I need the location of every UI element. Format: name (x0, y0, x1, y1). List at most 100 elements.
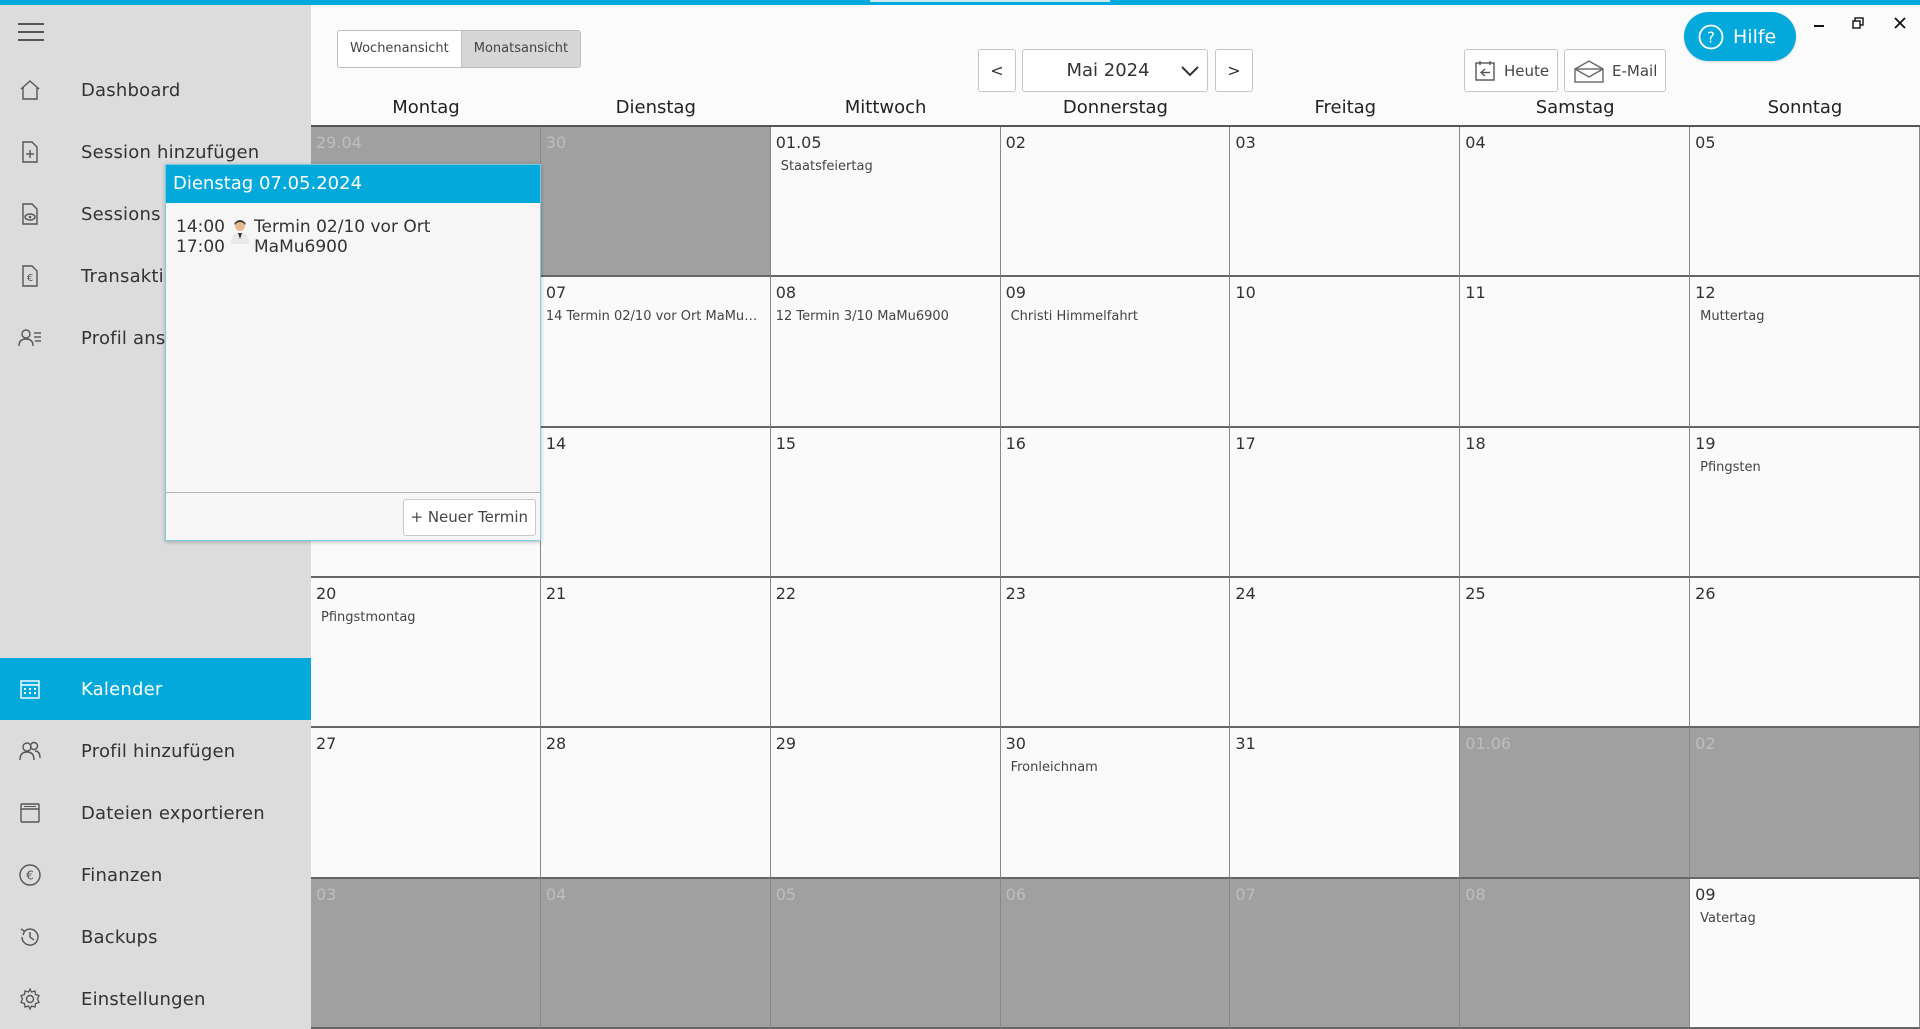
day-cell[interactable]: 09 Christi Himmelfahrt (1000, 277, 1231, 428)
weekday-label: Samstag (1535, 97, 1615, 118)
day-cell[interactable]: 30 Fronleichnam (1000, 728, 1231, 879)
sidebar-item-dashboard[interactable]: Dashboard (0, 59, 311, 121)
day-number: 29 (775, 734, 797, 754)
day-number: 05 (775, 884, 797, 904)
holiday-label: Muttertag (1700, 309, 1765, 325)
day-cell[interactable]: 04 (540, 878, 771, 1029)
day-cell[interactable]: 19 Pfingsten (1690, 427, 1920, 578)
day-cell[interactable]: 03 (1230, 127, 1461, 278)
sidebar-item-finanzen[interactable]: € Finanzen (0, 844, 311, 906)
day-cell[interactable]: 17 (1230, 427, 1461, 578)
popup-footer: + Neuer Termin (166, 492, 540, 540)
svg-text:€: € (27, 273, 33, 284)
email-button[interactable]: E-Mail (1564, 49, 1667, 92)
day-cell[interactable]: 02 (1000, 127, 1231, 278)
day-number: 03 (1235, 133, 1256, 152)
holiday-label: Staatsfeiertag (780, 159, 873, 174)
day-cell[interactable]: 29 (770, 728, 1001, 879)
sidebar-item-kalender[interactable]: Kalender (0, 658, 311, 720)
today-button[interactable]: Heute (1464, 49, 1559, 92)
day-cell[interactable]: 18 (1460, 427, 1691, 578)
day-number: 18 (1465, 433, 1486, 453)
week-view-button[interactable]: Wochenansicht (338, 31, 461, 67)
day-cell[interactable]: 03 (311, 878, 541, 1029)
day-cell[interactable]: 21 (540, 578, 771, 729)
weekday-label: Mittwoch (844, 97, 927, 118)
day-number: 24 (1235, 584, 1256, 603)
day-cell[interactable]: 06 (1000, 878, 1231, 1029)
day-cell[interactable]: 30 (540, 127, 771, 278)
day-cell[interactable]: 11 (1460, 277, 1691, 428)
day-cell[interactable]: 04 (1460, 127, 1691, 278)
day-cell[interactable]: 26 (1690, 578, 1920, 729)
day-cell[interactable]: 08 (1460, 878, 1691, 1029)
day-cell[interactable]: 16 (1000, 427, 1231, 578)
hamburger-menu-icon[interactable] (18, 23, 44, 43)
sidebar-item-label: Profil hinzufügen (81, 740, 236, 762)
day-cell[interactable]: 09 Vatertag (1690, 878, 1920, 1029)
new-appointment-button[interactable]: + Neuer Termin (402, 499, 536, 536)
day-cell[interactable]: 24 (1230, 578, 1461, 729)
history-icon (17, 924, 43, 950)
day-cell[interactable]: 01.05 Staatsfeiertag (770, 127, 1001, 278)
help-button[interactable]: ? Hilfe (1684, 12, 1796, 61)
sidebar-item-label: Backups (81, 926, 158, 948)
day-cell[interactable]: 05 (770, 878, 1001, 1029)
day-cell[interactable]: 14 (540, 427, 771, 578)
next-month-button[interactable]: > (1215, 49, 1253, 92)
day-cell[interactable]: 22 (770, 578, 1001, 729)
day-cell[interactable]: 10 (1230, 277, 1461, 428)
day-number: 21 (545, 584, 567, 603)
day-cell[interactable]: 12 Muttertag (1690, 277, 1920, 428)
today-label: Heute (1504, 61, 1550, 80)
sidebar-item-label: Kalender (81, 678, 163, 700)
holiday-label: Vatertag (1700, 910, 1756, 926)
minimize-icon[interactable] (1808, 13, 1830, 33)
weekday-label: Freitag (1314, 97, 1377, 118)
day-cell[interactable]: 07 (1230, 878, 1461, 1029)
day-cell[interactable]: 28 (540, 728, 771, 879)
restore-icon[interactable] (1847, 13, 1869, 33)
day-cell[interactable]: 02 (1690, 728, 1920, 879)
prev-month-button[interactable]: < (978, 49, 1016, 92)
day-cell[interactable]: 15 (770, 427, 1001, 578)
day-number: 09 (1695, 884, 1716, 904)
view-document-icon (17, 201, 43, 227)
day-number: 22 (775, 584, 797, 603)
day-number: 07 (1235, 884, 1256, 904)
day-cell[interactable]: 25 (1460, 578, 1691, 729)
holiday-label: Pfingsten (1700, 459, 1761, 475)
day-cell[interactable]: 05 (1690, 127, 1920, 278)
day-number: 27 (316, 734, 337, 754)
appointment-entry[interactable]: 14:00 17:00 Termin 02/10 vor Ort MaMu690… (176, 217, 532, 257)
sidebar-item-dateien-exportieren[interactable]: Dateien exportieren (0, 782, 311, 844)
users-icon (17, 738, 43, 764)
day-number: 03 (316, 884, 337, 904)
month-select[interactable]: Mai 2024 (1022, 49, 1208, 92)
sidebar-item-backups[interactable]: Backups (0, 906, 311, 968)
day-cell[interactable]: 31 (1230, 728, 1461, 879)
sidebar-item-label: Session hinzufügen (81, 141, 260, 163)
day-cell[interactable]: 08 12 Termin 3/10 MaMu6900 (770, 277, 1001, 428)
day-number: 26 (1695, 584, 1716, 603)
help-label: Hilfe (1733, 25, 1777, 48)
day-number: 02 (1005, 133, 1026, 152)
month-view-button[interactable]: Monatsansicht (460, 31, 581, 67)
sidebar-item-einstellungen[interactable]: Einstellungen (0, 968, 311, 1029)
sidebar-item-profil-hinzufügen[interactable]: Profil hinzufügen (0, 720, 311, 782)
appointment-label[interactable]: 12 Termin 3/10 MaMu6900 (776, 309, 994, 324)
day-cell[interactable]: 23 (1000, 578, 1231, 729)
view-toggle: Wochenansicht Monatsansicht (337, 30, 582, 68)
day-popup: Dienstag 07.05.2024 14:00 17:00 Termin 0… (165, 164, 541, 541)
day-cell[interactable]: 07 14 Termin 02/10 vor Ort MaMu6900 (540, 277, 771, 428)
popup-title: Dienstag 07.05.2024 (166, 165, 540, 203)
top-accent-gap (870, 0, 1110, 2)
close-icon[interactable] (1889, 13, 1911, 33)
gear-icon (17, 986, 43, 1012)
appointment-label[interactable]: 14 Termin 02/10 vor Ort MaMu6900 (546, 309, 764, 324)
day-cell[interactable]: 01.06 (1460, 728, 1691, 879)
day-cell[interactable]: 27 (311, 728, 541, 879)
day-cell[interactable]: 20 Pfingstmontag (311, 578, 541, 729)
day-number: 28 (545, 734, 567, 754)
holiday-label: Pfingstmontag (321, 610, 416, 625)
